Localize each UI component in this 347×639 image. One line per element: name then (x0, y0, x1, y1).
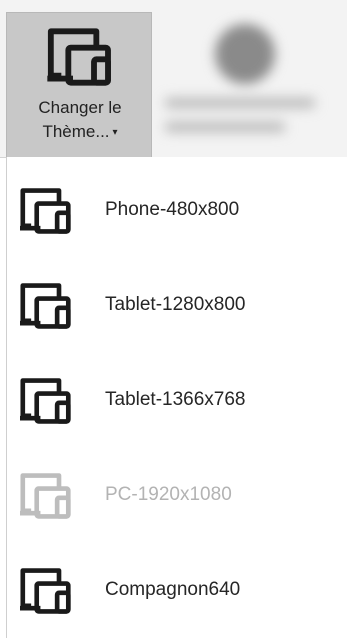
menu-item-label: Tablet-1280x800 (105, 294, 246, 315)
menu-item-pc-1920x1080: PC-1920x1080 (7, 448, 347, 544)
device-layout-icon (20, 473, 71, 519)
menu-item-label: Tablet-1366x768 (105, 389, 246, 410)
change-theme-button[interactable]: Changer le Thème... ▾ (6, 12, 152, 157)
device-layout-icon (47, 28, 111, 86)
menu-item-phone-480x800[interactable]: Phone-480x800 (7, 163, 347, 259)
menu-item-tablet-1280x800[interactable]: Tablet-1280x800 (7, 258, 347, 354)
ribbon: Changer le Thème... ▾ (0, 0, 347, 158)
menu-item-compagnon640[interactable]: Compagnon640 (7, 543, 347, 639)
device-layout-icon (20, 188, 71, 234)
device-layout-icon (20, 283, 71, 329)
menu-item-tablet-1366x768[interactable]: Tablet-1366x768 (7, 353, 347, 449)
menu-item-label: PC-1920x1080 (105, 484, 232, 505)
menu-item-label: Compagnon640 (105, 579, 241, 600)
device-layout-icon (20, 378, 71, 424)
menu-item-label: Phone-480x800 (105, 199, 240, 220)
change-theme-label-line1: Changer le (38, 98, 122, 117)
theme-dropdown-menu: Phone-480x800 Tablet-1280x800 Tablet-136… (6, 157, 347, 638)
chevron-down-icon: ▾ (112, 127, 118, 138)
change-theme-label-text: Thème... (42, 122, 110, 141)
blurred-ribbon-button (160, 18, 330, 148)
device-layout-icon (20, 568, 71, 614)
change-theme-label-line2: Thème... ▾ (7, 121, 153, 144)
